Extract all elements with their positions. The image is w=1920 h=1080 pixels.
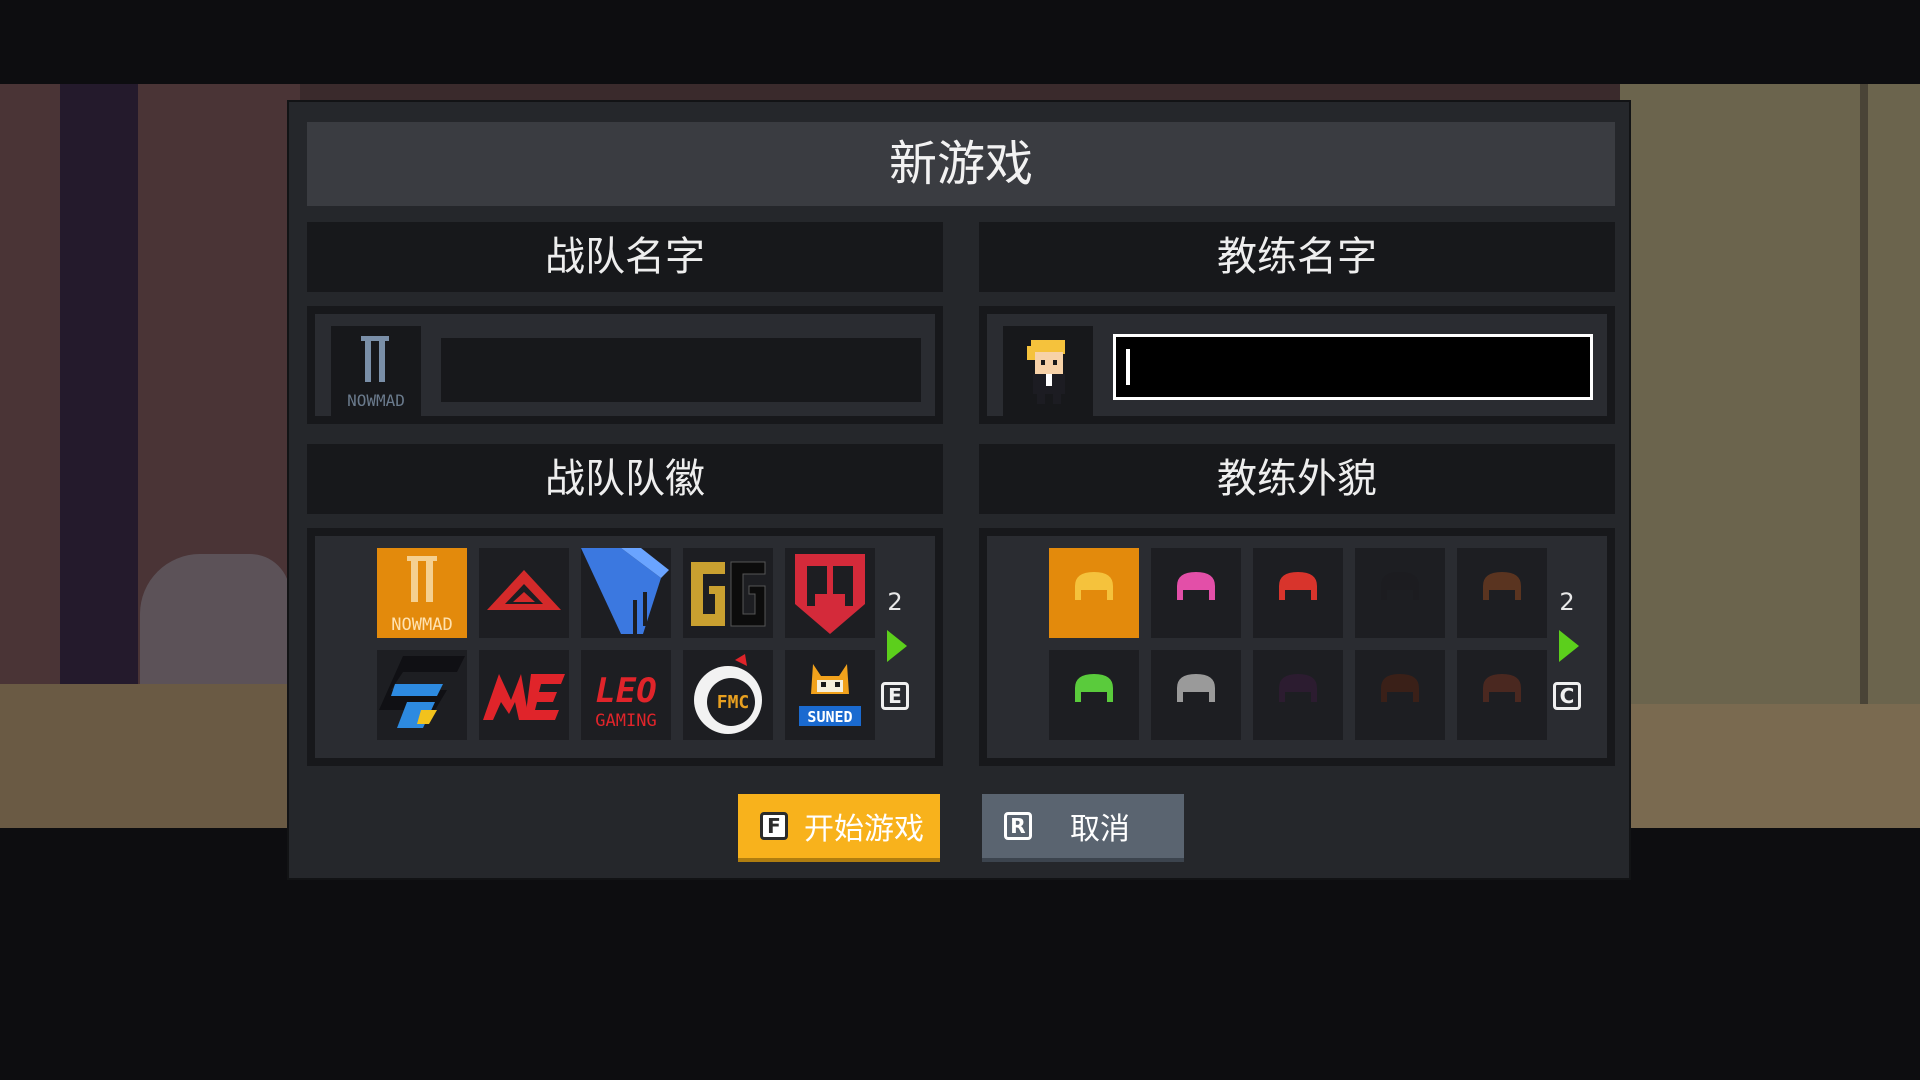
blue-stripes-logo-icon xyxy=(581,548,669,634)
logo-option-nowmad[interactable]: NOWMAD xyxy=(377,548,467,638)
logo-label: SUNED xyxy=(807,708,852,726)
cancel-label: 取消 xyxy=(1070,812,1130,847)
hair-shape xyxy=(1381,674,1419,702)
coach-look-page-number: 2 xyxy=(1559,588,1575,616)
logo-option-gg[interactable] xyxy=(683,548,773,638)
nowmad-logo-icon: NOWMAD xyxy=(391,556,453,635)
hair-option[interactable] xyxy=(1355,548,1445,638)
coach-name-input[interactable] xyxy=(1113,334,1593,400)
hair-style-icon xyxy=(1381,674,1419,702)
coach-look-next-arrow-icon[interactable] xyxy=(1559,630,1579,662)
start-game-label: 开始游戏 xyxy=(804,812,924,847)
logo-option-red-shield[interactable] xyxy=(785,548,875,638)
logo-option-suned[interactable]: SUNED xyxy=(785,650,875,740)
logo-preview-text: NOWMAD xyxy=(347,391,405,410)
logo-mark-text: LEO xyxy=(595,671,656,711)
coach-name-row xyxy=(979,306,1615,424)
start-game-button[interactable]: F 开始游戏 xyxy=(738,794,940,862)
logo-option-fmc[interactable]: FMC xyxy=(683,650,773,740)
coach-avatar-preview xyxy=(1003,326,1093,416)
hair-option[interactable] xyxy=(1457,650,1547,740)
coach-look-panel: 2 C xyxy=(979,528,1615,766)
team-logo-header: 战队队徽 xyxy=(307,444,943,514)
logo-label: NOWMAD xyxy=(391,615,452,635)
dialog-title: 新游戏 xyxy=(307,122,1615,206)
team-logo-key-hint: E xyxy=(881,682,909,710)
blue-g-logo-icon xyxy=(379,656,465,728)
hair-shape xyxy=(1279,674,1317,702)
hair-style-icon xyxy=(1279,674,1317,702)
coach-name-header: 教练名字 xyxy=(979,222,1615,292)
hair-style-icon xyxy=(1483,572,1521,600)
leo-gaming-logo-icon: LEO GAMING xyxy=(595,671,656,731)
logo-option-red-me[interactable] xyxy=(479,650,569,740)
red-triangle-logo-icon xyxy=(487,570,561,610)
left-floor xyxy=(0,684,300,828)
suned-fox-logo-icon: SUNED xyxy=(799,664,861,726)
hair-shape xyxy=(1177,572,1215,600)
nowmad-logo-icon: NOWMAD xyxy=(347,336,405,410)
hair-style-icon xyxy=(1177,572,1215,600)
red-me-logo-icon xyxy=(483,674,565,720)
hair-shape xyxy=(1483,572,1521,600)
team-logo-page-number: 2 xyxy=(887,588,903,616)
team-name-header: 战队名字 xyxy=(307,222,943,292)
logo-option-blue-stripes[interactable] xyxy=(581,548,671,638)
hair-shape xyxy=(1279,572,1317,600)
hair-shape xyxy=(1075,674,1113,702)
gg-logo-icon xyxy=(691,561,766,627)
hair-style-icon xyxy=(1075,674,1113,702)
logo-option-blue-g[interactable] xyxy=(377,650,467,740)
team-name-input[interactable] xyxy=(441,338,921,402)
team-logo-preview: NOWMAD xyxy=(331,326,421,416)
team-logo-panel: NOWMAD LEO GAMING FMC SUNED 2 E xyxy=(307,528,943,766)
hair-style-icon xyxy=(1483,674,1521,702)
cancel-key-hint: R xyxy=(1004,812,1032,840)
hair-option[interactable] xyxy=(1457,548,1547,638)
logo-option-red-triangle[interactable] xyxy=(479,548,569,638)
hair-option[interactable] xyxy=(1355,650,1445,740)
hair-shape xyxy=(1483,674,1521,702)
hair-shape xyxy=(1381,572,1419,600)
new-game-dialog: 新游戏 战队名字 NOWMAD 战队队徽 NOWMAD LEO GAMING F… xyxy=(287,100,1631,880)
hair-style-icon xyxy=(1075,572,1113,600)
hair-style-icon xyxy=(1177,674,1215,702)
team-name-row: NOWMAD xyxy=(307,306,943,424)
coach-look-header: 教练外貌 xyxy=(979,444,1615,514)
hair-style-icon xyxy=(1381,572,1419,600)
hair-option[interactable] xyxy=(1253,548,1343,638)
logo-label: GAMING xyxy=(595,711,656,731)
logo-label: FMC xyxy=(717,692,750,713)
cancel-button[interactable]: R 取消 xyxy=(982,794,1184,862)
red-shield-logo-icon xyxy=(795,554,865,634)
text-caret xyxy=(1126,349,1130,385)
hair-option[interactable] xyxy=(1049,548,1139,638)
right-floor xyxy=(1620,704,1920,828)
start-key-hint: F xyxy=(760,812,788,840)
team-logo-next-arrow-icon[interactable] xyxy=(887,630,907,662)
hair-shape xyxy=(1075,572,1113,600)
hair-option[interactable] xyxy=(1049,650,1139,740)
coach-avatar-icon xyxy=(1027,340,1065,404)
fmc-chicken-logo-icon: FMC xyxy=(694,654,762,734)
hair-style-icon xyxy=(1279,572,1317,600)
hair-option[interactable] xyxy=(1253,650,1343,740)
hair-shape xyxy=(1177,674,1215,702)
hair-option[interactable] xyxy=(1151,548,1241,638)
hair-option[interactable] xyxy=(1151,650,1241,740)
logo-option-leo-gaming[interactable]: LEO GAMING xyxy=(581,650,671,740)
coach-look-key-hint: C xyxy=(1553,682,1581,710)
